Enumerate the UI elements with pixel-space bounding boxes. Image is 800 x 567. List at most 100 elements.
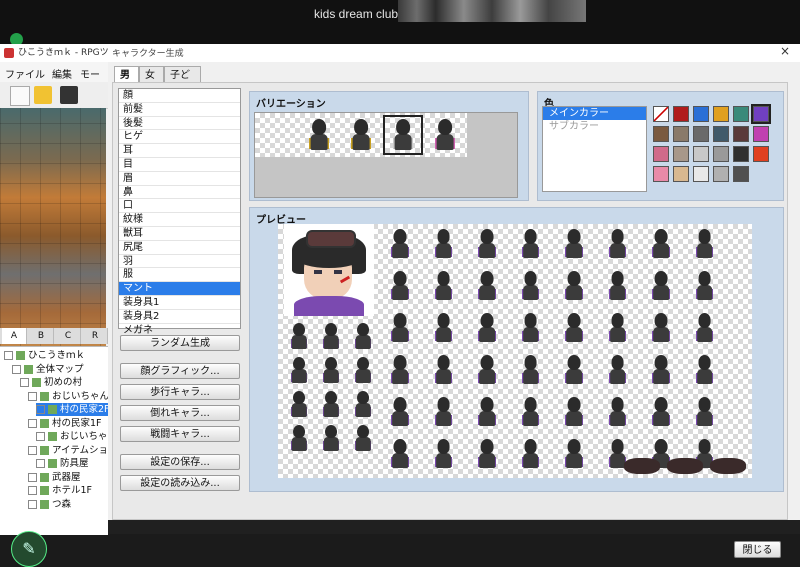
- part-item[interactable]: 目: [119, 158, 240, 172]
- part-item[interactable]: マント: [119, 282, 240, 296]
- color-swatch[interactable]: [653, 146, 669, 162]
- color-swatch[interactable]: [693, 166, 709, 182]
- part-item[interactable]: 口: [119, 199, 240, 214]
- color-swatch[interactable]: [713, 146, 729, 162]
- color-swatch[interactable]: [693, 126, 709, 142]
- close-button[interactable]: 閉じる: [734, 541, 781, 558]
- expand-toggle-icon[interactable]: [36, 459, 45, 468]
- save-icon[interactable]: [60, 86, 78, 104]
- save-settings-button[interactable]: 設定の保存...: [120, 454, 240, 470]
- color-swatch[interactable]: [751, 104, 771, 124]
- tab-female[interactable]: 女性: [139, 66, 164, 98]
- color-swatch[interactable]: [653, 126, 669, 142]
- open-folder-icon[interactable]: [34, 86, 52, 104]
- part-item[interactable]: 耳: [119, 144, 240, 158]
- tree-item[interactable]: ホテル1F: [28, 484, 108, 497]
- menu-edit[interactable]: 編集: [52, 66, 72, 81]
- variation-option[interactable]: [299, 115, 339, 155]
- walk-sprite: [517, 352, 545, 388]
- tileset-tab-a[interactable]: A: [2, 328, 27, 344]
- expand-toggle-icon[interactable]: [28, 472, 37, 482]
- variation-option[interactable]: [257, 115, 297, 155]
- color-swatch[interactable]: [673, 166, 689, 182]
- part-item[interactable]: 前髪: [119, 103, 240, 117]
- color-swatch[interactable]: [753, 126, 769, 142]
- part-item[interactable]: 装身具2: [119, 310, 240, 324]
- tileset-tab-b[interactable]: B: [29, 328, 54, 344]
- tileset-tab-r[interactable]: R: [83, 328, 108, 344]
- color-swatch[interactable]: [713, 166, 729, 182]
- face-graphic-button[interactable]: 顔グラフィック...: [120, 363, 240, 379]
- color-swatch[interactable]: [653, 166, 669, 182]
- color-swatch[interactable]: [673, 106, 689, 122]
- color-swatch[interactable]: [713, 106, 729, 122]
- expand-toggle-icon[interactable]: [36, 405, 45, 414]
- tree-item[interactable]: 武器屋: [28, 471, 108, 484]
- color-swatch[interactable]: [653, 106, 669, 122]
- part-item[interactable]: 尻尾: [119, 241, 240, 255]
- expand-toggle-icon[interactable]: [28, 391, 37, 401]
- tree-item[interactable]: つ森: [28, 498, 108, 511]
- walk-sprite: [560, 226, 588, 262]
- color-swatch[interactable]: [693, 106, 709, 122]
- part-item[interactable]: 服: [119, 268, 240, 283]
- part-item[interactable]: 獣耳: [119, 227, 240, 241]
- expand-toggle-icon[interactable]: [20, 378, 29, 387]
- tree-item[interactable]: 全体マップ: [12, 363, 108, 376]
- expand-toggle-icon[interactable]: [28, 486, 37, 495]
- menu-file[interactable]: ファイル: [5, 66, 45, 81]
- load-settings-button[interactable]: 設定の読み込み...: [120, 475, 240, 491]
- battle-character-button[interactable]: 戦闘キャラ...: [120, 426, 240, 442]
- part-item[interactable]: 紋様: [119, 213, 240, 227]
- expand-toggle-icon[interactable]: [12, 364, 21, 374]
- variation-option[interactable]: [383, 115, 423, 155]
- tree-item[interactable]: 村の民家2F: [36, 403, 110, 416]
- tree-item[interactable]: おじいちゃんの: [36, 430, 127, 443]
- tree-item-label: ひこうきｍｋ: [28, 350, 86, 361]
- color-swatch[interactable]: [753, 146, 769, 162]
- expand-toggle-icon[interactable]: [28, 445, 37, 455]
- color-swatch[interactable]: [713, 126, 729, 142]
- variation-option[interactable]: [425, 115, 465, 155]
- part-item[interactable]: 鼻: [119, 186, 240, 200]
- pen-icon[interactable]: ✎: [11, 531, 47, 567]
- tree-item[interactable]: 初めの村: [20, 376, 108, 389]
- color-item-main[interactable]: メインカラー: [543, 107, 646, 120]
- new-file-icon[interactable]: [10, 86, 30, 106]
- part-item[interactable]: ヒゲ: [119, 130, 240, 145]
- tileset-palette[interactable]: [0, 108, 106, 364]
- color-item-sub[interactable]: サブカラー: [543, 120, 646, 133]
- part-item[interactable]: 顔: [119, 89, 240, 103]
- tree-item-label: 防具屋: [60, 458, 89, 469]
- tree-item[interactable]: アイテムショッ: [28, 444, 118, 457]
- expand-toggle-icon[interactable]: [36, 432, 45, 441]
- tab-male[interactable]: 男性: [114, 66, 139, 98]
- color-swatch[interactable]: [733, 146, 749, 162]
- random-generate-button[interactable]: ランダム生成: [120, 335, 240, 351]
- tree-item[interactable]: 防具屋: [36, 457, 108, 470]
- walk-sprite: [517, 394, 545, 430]
- tree-item[interactable]: おじいちゃんの: [28, 390, 119, 403]
- tree-item[interactable]: ひこうきｍｋ: [4, 349, 108, 362]
- expand-toggle-icon[interactable]: [28, 418, 37, 428]
- expand-toggle-icon[interactable]: [28, 499, 37, 509]
- variation-option[interactable]: [341, 115, 381, 155]
- color-swatch[interactable]: [733, 106, 749, 122]
- fallen-character-button[interactable]: 倒れキャラ...: [120, 405, 240, 421]
- part-item[interactable]: 装身具1: [119, 296, 240, 310]
- part-item[interactable]: 眉: [119, 172, 240, 186]
- tree-item[interactable]: 村の民家1F: [28, 417, 108, 430]
- walk-character-button[interactable]: 歩行キャラ...: [120, 384, 240, 400]
- tileset-tab-c[interactable]: C: [56, 328, 81, 344]
- expand-toggle-icon[interactable]: [4, 351, 13, 360]
- tab-child[interactable]: 子ども: [164, 66, 201, 98]
- close-icon[interactable]: ×: [780, 44, 790, 58]
- part-item[interactable]: 羽: [119, 255, 240, 269]
- meeting-title: kids dream club: [314, 7, 399, 21]
- color-swatch[interactable]: [693, 146, 709, 162]
- color-swatch[interactable]: [673, 146, 689, 162]
- part-item[interactable]: 後髪: [119, 117, 240, 131]
- color-swatch[interactable]: [733, 126, 749, 142]
- color-swatch[interactable]: [733, 166, 749, 182]
- color-swatch[interactable]: [673, 126, 689, 142]
